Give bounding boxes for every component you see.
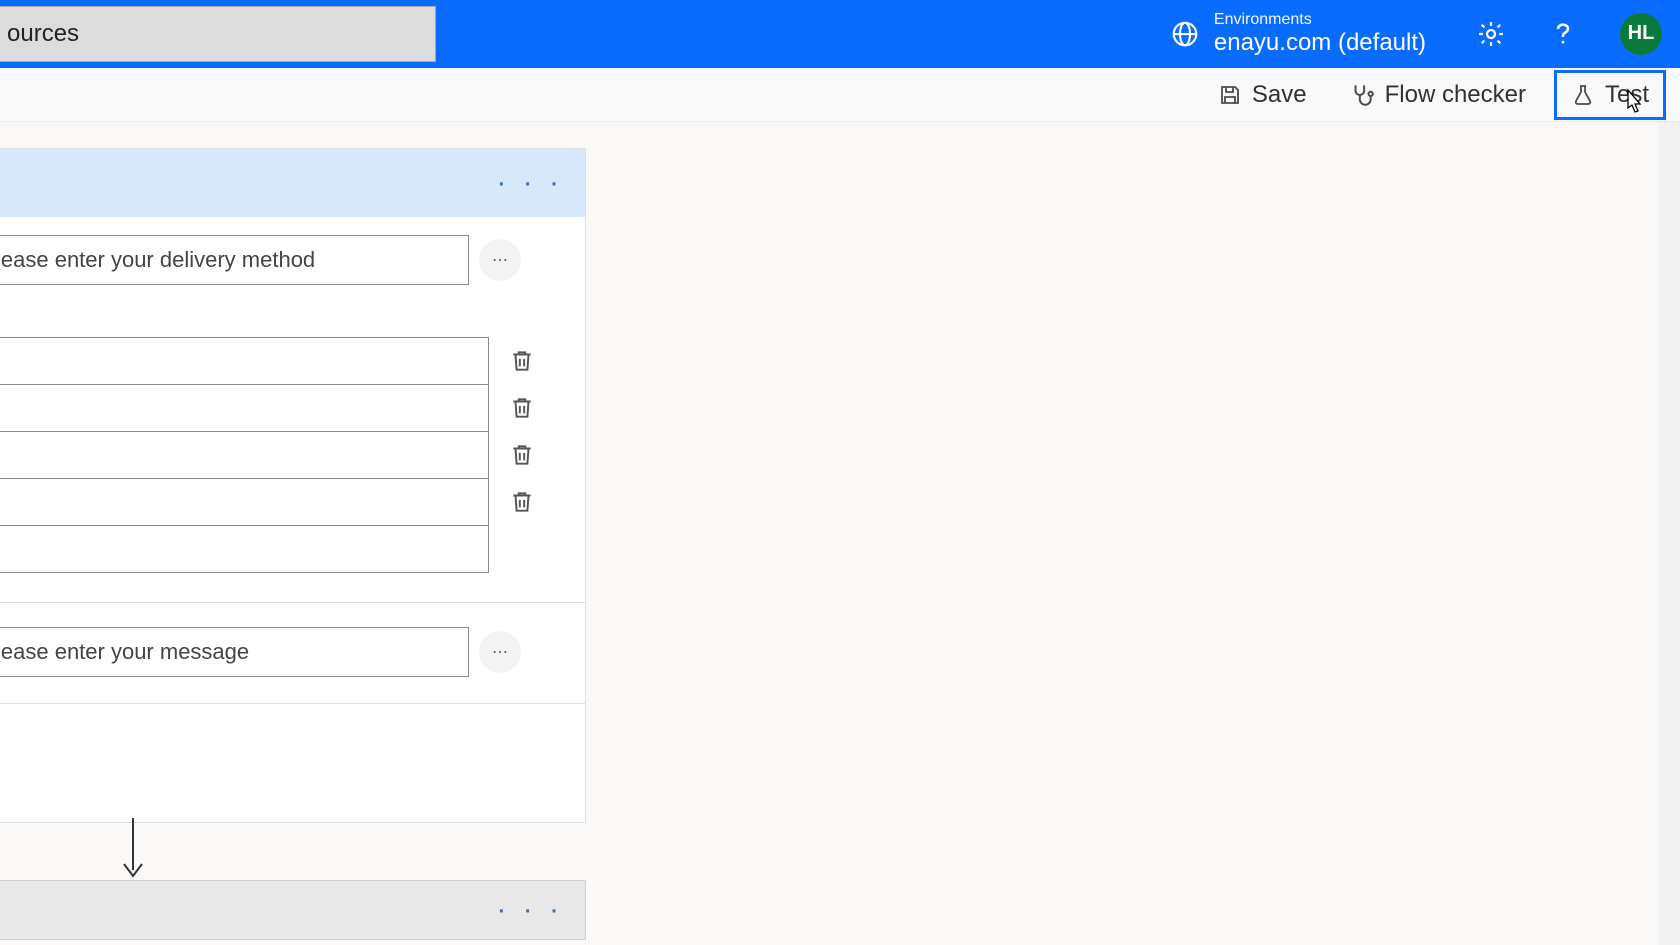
field-menu-button[interactable]: ⋯ bbox=[479, 631, 521, 673]
search-text: ources bbox=[7, 20, 79, 48]
trash-icon[interactable] bbox=[509, 346, 535, 376]
test-button[interactable]: Test bbox=[1554, 70, 1666, 120]
option-input-3[interactable] bbox=[0, 431, 489, 479]
arrow-down-icon bbox=[118, 818, 148, 880]
globe-icon bbox=[1170, 19, 1200, 49]
search-input[interactable]: ources bbox=[0, 6, 436, 62]
env-label: Environments bbox=[1214, 10, 1426, 29]
card-header[interactable]: · · · bbox=[0, 149, 585, 217]
top-app-bar: ources Environments enayu.com (default) … bbox=[0, 0, 1680, 68]
option-input-5[interactable] bbox=[0, 525, 489, 573]
avatar[interactable]: HL bbox=[1620, 13, 1662, 55]
divider bbox=[0, 602, 585, 603]
options-label: s bbox=[0, 303, 561, 329]
ellipsis-icon: ⋯ bbox=[492, 250, 508, 270]
save-button[interactable]: Save bbox=[1204, 73, 1321, 117]
more-icon[interactable]: · · · bbox=[496, 893, 563, 927]
option-input-1[interactable] bbox=[0, 337, 489, 385]
stethoscope-icon bbox=[1349, 82, 1375, 108]
env-name: enayu.com (default) bbox=[1214, 29, 1426, 58]
flow-checker-button[interactable]: Flow checker bbox=[1335, 73, 1540, 117]
option-input-2[interactable] bbox=[0, 384, 489, 432]
field-menu-button[interactable]: ⋯ bbox=[479, 239, 521, 281]
next-step-card[interactable]: · · · bbox=[0, 880, 586, 940]
cursor-pointer-icon bbox=[1620, 88, 1646, 120]
ellipsis-icon: ⋯ bbox=[492, 642, 508, 662]
flask-icon bbox=[1571, 83, 1595, 107]
divider bbox=[0, 703, 585, 704]
flow-step-card: · · · ⋯ s ⋯ bbox=[0, 148, 586, 823]
trash-icon[interactable] bbox=[509, 487, 535, 517]
save-icon bbox=[1218, 83, 1242, 107]
environment-selector[interactable]: Environments enayu.com (default) bbox=[1214, 10, 1426, 58]
prompt-input-1[interactable] bbox=[0, 235, 469, 285]
more-icon[interactable]: · · · bbox=[496, 166, 563, 200]
help-icon[interactable] bbox=[1548, 19, 1578, 49]
scrollbar[interactable] bbox=[1658, 122, 1680, 945]
trash-icon[interactable] bbox=[509, 393, 535, 423]
trash-icon[interactable] bbox=[509, 440, 535, 470]
flow-canvas[interactable]: · · · ⋯ s ⋯ bbox=[0, 122, 1680, 945]
action-toolbar: Save Flow checker Test bbox=[0, 68, 1680, 122]
prompt-input-2[interactable] bbox=[0, 627, 469, 677]
option-input-4[interactable] bbox=[0, 478, 489, 526]
gear-icon[interactable] bbox=[1476, 19, 1506, 49]
